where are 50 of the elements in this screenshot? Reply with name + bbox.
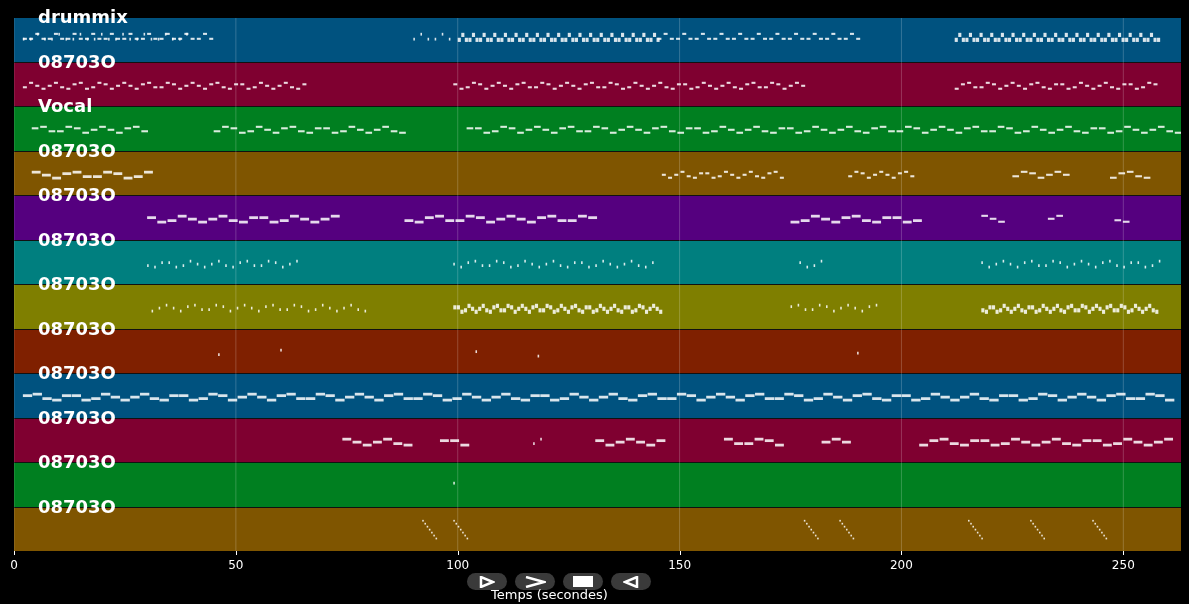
back-button[interactable] [610,573,651,590]
notes-drawing [413,32,451,41]
stop-button[interactable] [562,573,603,590]
back-icon [622,575,639,588]
track-label: 08703O [38,452,116,472]
notes-drawing [1114,219,1130,223]
axis-tick-label: 150 [668,558,692,572]
track-label: 08703O [38,363,116,383]
notes-drawing [595,437,666,446]
notes-drawing [1012,170,1070,179]
chevron-right-icon [523,575,546,588]
track-label: 08703O [38,318,116,339]
track-label: Vocal [38,96,93,116]
notes-drawing [453,519,469,539]
track-label: 08703O [38,140,116,161]
axis-tick-label: 200 [890,558,913,572]
track-label: 08703O [38,51,116,72]
track-label: 08703O [38,496,116,517]
notes-drawing [803,519,819,539]
axis-tick-label: 100 [446,558,470,572]
notes-drawing [723,437,784,446]
forward-button[interactable] [514,573,555,590]
notes-drawing [848,170,915,179]
notes-drawing [799,259,823,268]
play-icon [478,575,495,588]
axis-tick-label: 0 [10,558,18,572]
notes-drawing [440,438,470,446]
notes-drawing [533,437,542,445]
notes-drawing [839,519,855,539]
notes-drawing [1092,519,1108,539]
notes-drawing [821,437,851,443]
stop-icon [572,576,593,587]
track-label: drummix [38,7,128,27]
notes-drawing [1030,519,1045,539]
notes-drawing [981,214,1005,223]
track-label: 08703O [38,185,116,205]
notes-drawing [968,519,983,539]
track-label: 08703O [38,229,116,250]
axis-label: Temps (secondes) [491,587,608,602]
notes-drawing [1047,214,1063,220]
notes-drawing [422,519,438,539]
axis-tick-label: 250 [1111,558,1135,572]
notes-drawing [342,437,413,446]
notes-drawing [1110,170,1151,179]
track-label: 08703O [38,274,116,294]
play-button[interactable] [466,573,507,590]
track-label: 08703O [38,407,116,428]
notes-drawing [537,354,540,357]
axis-tick-label: 50 [228,558,244,572]
notes-drawing [475,349,478,353]
